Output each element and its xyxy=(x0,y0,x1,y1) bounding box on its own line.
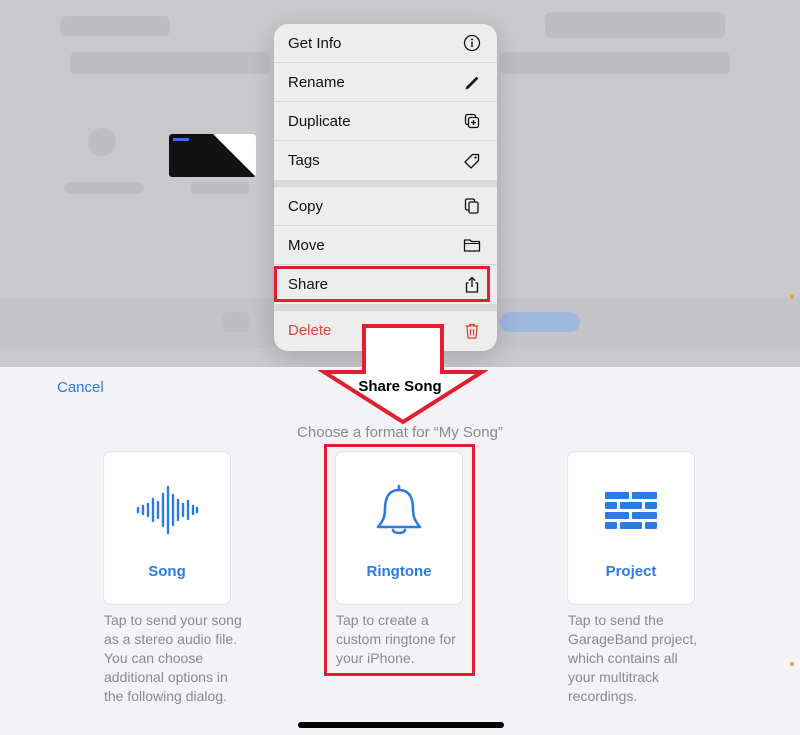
menu-item-label: Move xyxy=(288,236,325,254)
menu-item-label: Rename xyxy=(288,73,345,91)
blurred-item xyxy=(88,128,116,156)
status-dot xyxy=(790,295,794,299)
menu-item-duplicate[interactable]: Duplicate xyxy=(274,102,497,141)
blurred-toolbar xyxy=(545,12,725,38)
blurred-item xyxy=(222,312,250,332)
menu-item-get-info[interactable]: Get Info xyxy=(274,24,497,63)
blurred-toolbar xyxy=(60,16,170,36)
menu-separator xyxy=(274,304,497,311)
highlight-share xyxy=(274,266,490,302)
duplicate-icon xyxy=(464,113,480,129)
waveform-icon xyxy=(136,485,199,535)
menu-item-label: Copy xyxy=(288,197,324,215)
project-option-card[interactable]: Project xyxy=(567,451,695,605)
menu-item-tags[interactable]: Tags xyxy=(274,141,497,180)
blurred-item xyxy=(64,182,144,194)
highlight-ringtone xyxy=(324,444,475,676)
sheet-subtitle: Choose a format for “My Song” xyxy=(297,424,503,441)
project-icon-wrap xyxy=(568,480,694,540)
song-option-card[interactable]: Song xyxy=(103,451,231,605)
song-option-label: Song xyxy=(148,563,186,580)
status-dot xyxy=(790,662,794,666)
blurred-item xyxy=(500,312,580,332)
menu-item-copy[interactable]: Copy xyxy=(274,187,497,226)
song-icon-wrap xyxy=(104,480,230,540)
menu-item-label: Get Info xyxy=(288,34,342,52)
arrow-annotation xyxy=(318,324,488,425)
folder-icon xyxy=(463,239,481,252)
bricks-icon xyxy=(605,492,657,529)
info-icon xyxy=(463,34,481,52)
menu-separator xyxy=(274,180,497,187)
copy-icon xyxy=(464,198,479,214)
menu-item-label: Tags xyxy=(288,152,320,169)
menu-item-rename[interactable]: Rename xyxy=(274,63,497,102)
project-option-label: Project xyxy=(605,563,657,580)
tag-icon xyxy=(464,153,480,169)
pencil-icon xyxy=(465,76,479,90)
blurred-item xyxy=(190,182,250,194)
project-option-description: Tap to send the GarageBand project, whic… xyxy=(568,612,698,704)
home-indicator[interactable] xyxy=(298,722,504,728)
song-option-description: Tap to send your song as a stereo audio … xyxy=(104,612,242,704)
menu-item-label: Duplicate xyxy=(288,112,351,130)
blurred-search xyxy=(500,52,730,74)
blurred-search xyxy=(70,52,270,74)
menu-item-move[interactable]: Move xyxy=(274,226,497,265)
song-thumbnail xyxy=(169,134,256,177)
sheet-title-overlay: Share Song xyxy=(358,378,442,395)
